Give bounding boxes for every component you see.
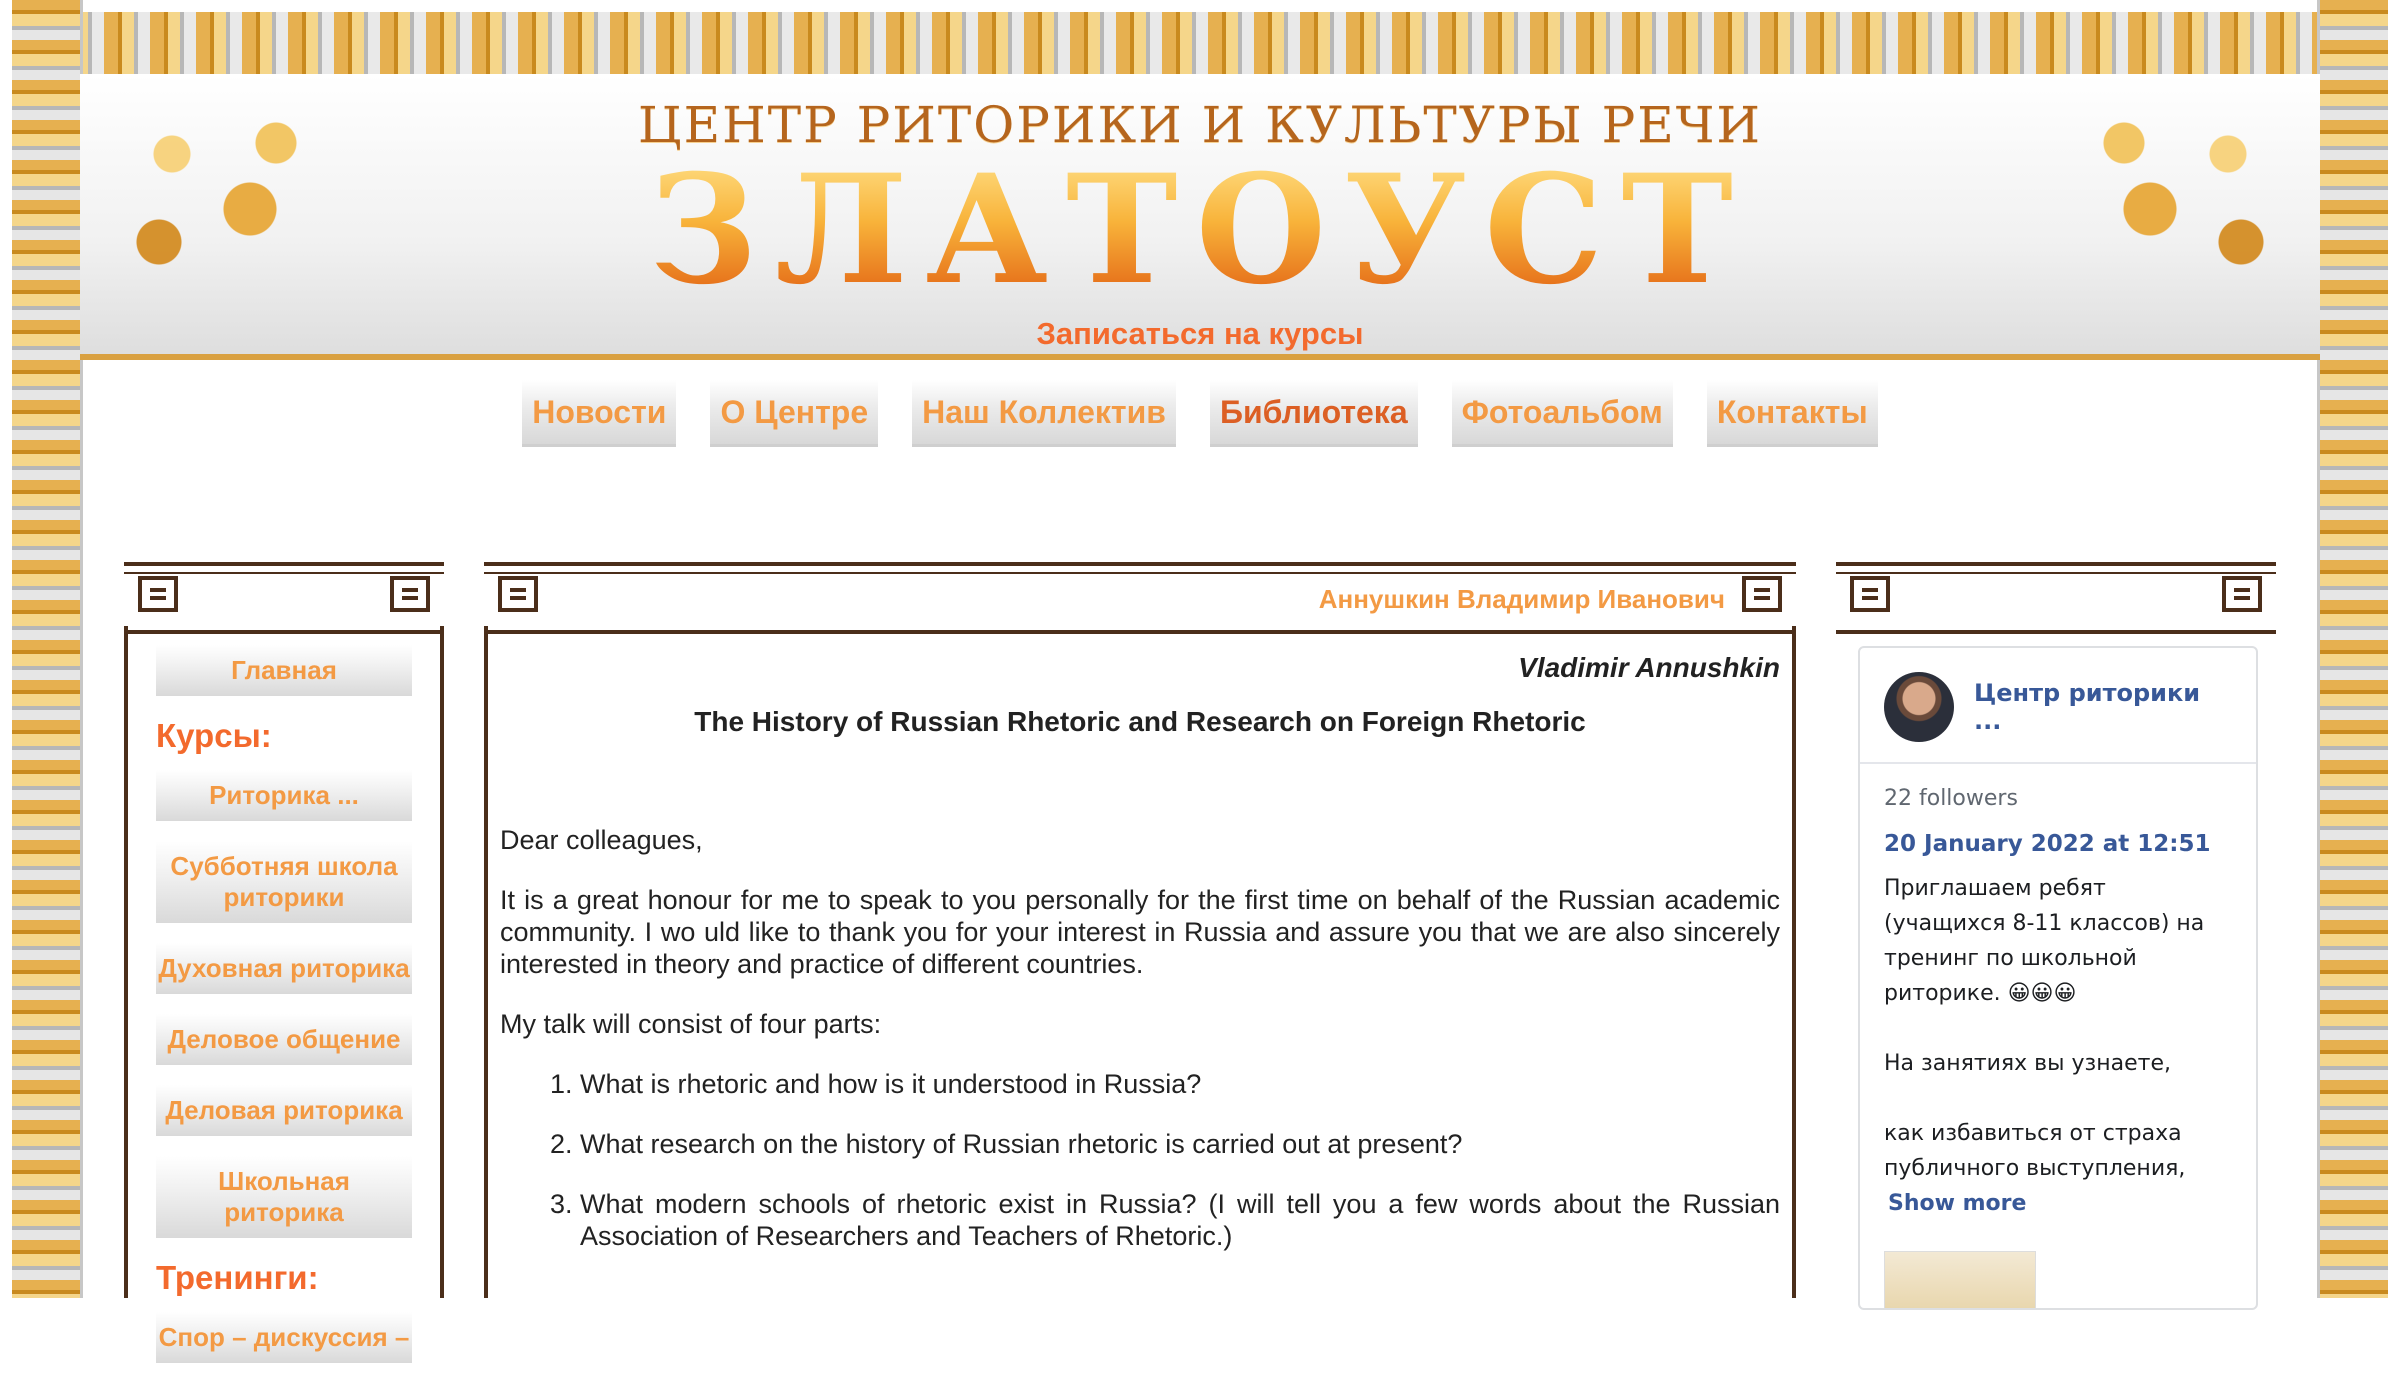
article-content: Vladimir Annushkin The History of Russia… <box>500 652 1780 1280</box>
ornament-knot-icon <box>1732 566 1792 622</box>
avatar[interactable] <box>1884 672 1954 742</box>
list-item: What is rhetoric and how is it understoo… <box>580 1068 1780 1100</box>
post-line: Приглашаем ребят (учащихся 8-11 классов)… <box>1884 876 2205 1006</box>
post-line: На занятиях вы узнаете, <box>1884 1051 2171 1076</box>
article-paragraph: It is a great honour for me to speak to … <box>500 885 1780 979</box>
ornament-knot-icon <box>488 566 548 622</box>
center-box-side <box>484 626 488 1298</box>
facebook-page-widget: Центр риторики ... 22 followers 20 Janua… <box>1858 646 2258 1310</box>
article-title: The History of Russian Rhetoric and Rese… <box>694 706 1586 737</box>
center-box-side <box>1792 626 1796 1298</box>
trainings-heading: Тренинги: <box>156 1259 319 1296</box>
article-paragraph: My talk will consist of four parts: <box>500 1009 882 1039</box>
menu-course-rhetoric[interactable]: Риторика ... <box>156 770 412 821</box>
post-photo[interactable] <box>1884 1251 2036 1308</box>
ornament-knot-icon <box>128 566 188 622</box>
menu-home[interactable]: Главная <box>156 645 412 696</box>
nav-library[interactable]: Библиотека <box>1209 380 1418 447</box>
ornament-frame-top <box>12 12 2388 74</box>
site-logo[interactable]: ЗЛАТОУСТ <box>0 150 2400 310</box>
ornament-knot-icon <box>1840 566 1900 622</box>
page-name-link[interactable]: Центр риторики ... <box>1974 679 2232 735</box>
nav-team[interactable]: Наш Коллектив <box>912 380 1176 447</box>
left-box-border <box>124 562 444 634</box>
left-menu: Главная Курсы: Риторика ... Субботняя шк… <box>156 645 412 1383</box>
nav-about[interactable]: О Центре <box>710 380 879 447</box>
post-date-link[interactable]: 20 January 2022 at 12:51 <box>1860 811 2256 857</box>
article-byline: Vladimir Annushkin <box>1518 652 1780 683</box>
nav-contacts[interactable]: Контакты <box>1706 380 1878 447</box>
menu-course-business-communication[interactable]: Деловое общение <box>156 1014 412 1065</box>
list-item: What modern schools of rhetoric exist in… <box>580 1188 1780 1252</box>
left-box-side <box>440 626 444 1298</box>
article-list: What is rhetoric and how is it understoo… <box>500 1068 1780 1252</box>
nav-photoalbum[interactable]: Фотоальбом <box>1451 380 1673 447</box>
nav-news[interactable]: Новости <box>522 380 677 447</box>
left-box-side <box>124 626 128 1298</box>
menu-course-school-rhetoric[interactable]: Школьная риторика <box>156 1156 412 1238</box>
post-line: как избавиться от страха публичного выст… <box>1884 1121 2186 1181</box>
post-text: Приглашаем ребят (учащихся 8-11 классов)… <box>1860 857 2256 1221</box>
article-paragraph: Dear colleagues, <box>500 825 703 855</box>
courses-heading: Курсы: <box>156 717 272 754</box>
menu-course-saturday-school[interactable]: Субботняя школа риторики <box>156 841 412 923</box>
widget-header: Центр риторики ... <box>1860 648 2256 764</box>
menu-course-business-rhetoric[interactable]: Деловая риторика <box>156 1085 412 1136</box>
top-nav: Новости О Центре Наш Коллектив Библиотек… <box>0 380 2400 447</box>
right-box-border <box>1836 562 2276 634</box>
article-author: Аннушкин Владимир Иванович <box>1318 584 1725 614</box>
signup-link[interactable]: Записаться на курсы <box>0 316 2400 352</box>
list-item: What research on the history of Russian … <box>580 1128 1780 1160</box>
menu-course-spiritual-rhetoric[interactable]: Духовная риторика <box>156 943 412 994</box>
followers-count: 22 followers <box>1884 786 2018 811</box>
menu-training-debate[interactable]: Спор – дискуссия – <box>156 1312 412 1363</box>
show-more-link[interactable]: Show more <box>1888 1186 2026 1221</box>
ornament-knot-icon <box>2212 566 2272 622</box>
ornament-knot-icon <box>380 566 440 622</box>
